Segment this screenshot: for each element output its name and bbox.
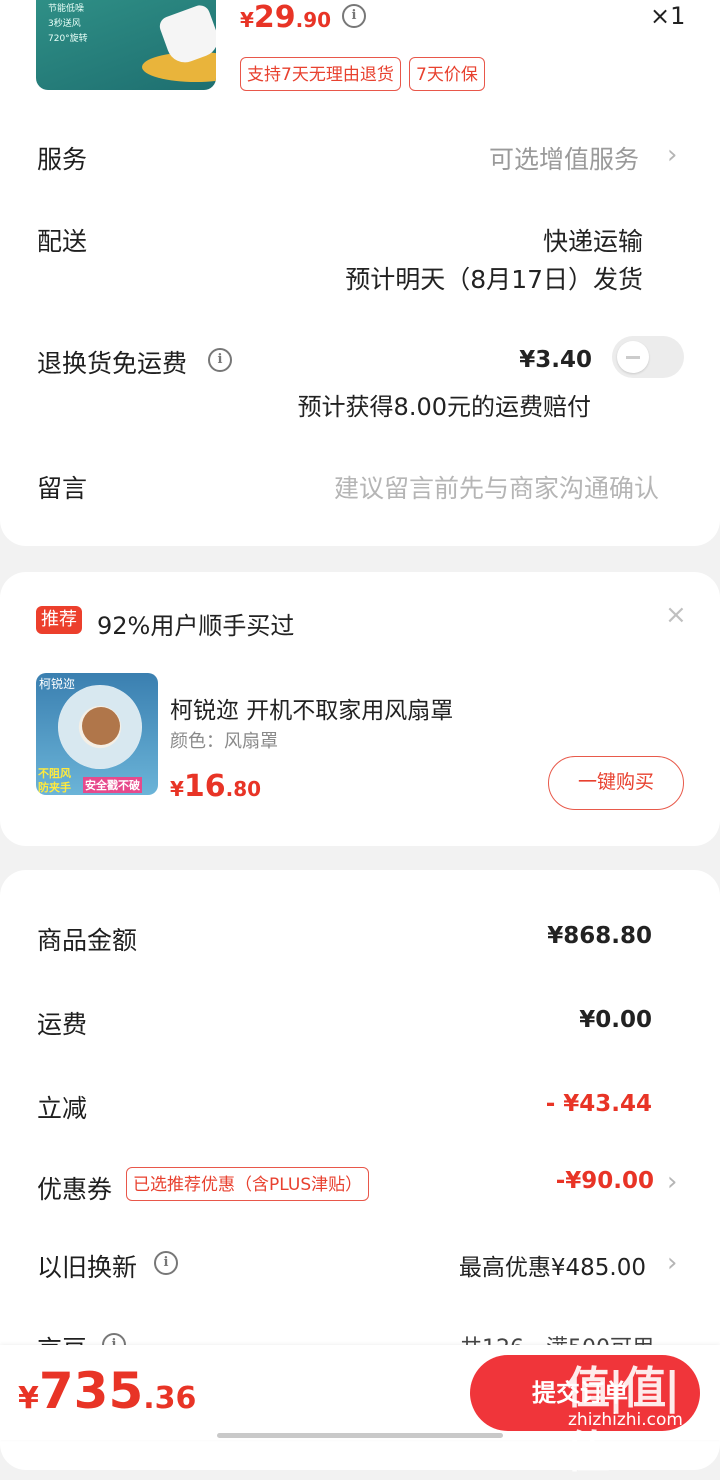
delivery-label: 配送 <box>37 227 88 256</box>
discount-label: 立减 <box>37 1094 88 1123</box>
return-policy-tag: 支持7天无理由退货 <box>240 57 401 91</box>
home-indicator <box>217 1433 503 1438</box>
price-integer: 29 <box>253 0 296 35</box>
recommend-title: 92%用户顺手买过 <box>97 612 295 640</box>
price-symbol: ¥ <box>170 777 184 801</box>
recommend-badge: 推荐 <box>36 606 82 634</box>
quantity: ×1 <box>650 2 686 30</box>
image-label: 防夹手 <box>38 781 71 794</box>
message-input[interactable]: 建议留言前先与商家沟通确认 <box>334 469 659 505</box>
shipping-fee-label: 运费 <box>37 1010 88 1039</box>
chevron-right-icon[interactable]: › <box>667 140 677 170</box>
price-decimal: .36 <box>143 1381 197 1416</box>
chevron-right-icon[interactable]: › <box>667 1248 677 1278</box>
discount-value: - ¥43.44 <box>545 1091 652 1117</box>
buy-now-button[interactable]: 一键购买 <box>548 756 684 810</box>
coupon-value[interactable]: -¥90.00 <box>556 1168 654 1194</box>
chevron-right-icon[interactable]: › <box>667 1167 677 1197</box>
delivery-method[interactable]: 快递运输 <box>543 222 643 258</box>
return-shipping-note: 预计获得8.00元的运费赔付 <box>297 393 591 421</box>
recommend-name[interactable]: 柯锐迩 开机不取家用风扇罩 <box>170 691 453 725</box>
minus-icon <box>626 356 640 359</box>
trade-in-value[interactable]: 最高优惠¥485.00 <box>459 1248 646 1282</box>
return-shipping-price: ¥3.40 <box>519 347 592 373</box>
shipping-fee-value: ¥0.00 <box>579 1007 652 1033</box>
delivery-eta: 预计明天（8月17日）发货 <box>345 265 643 294</box>
close-icon[interactable]: × <box>665 600 687 630</box>
price-integer: 16 <box>183 769 226 804</box>
return-shipping-info-icon[interactable]: i <box>208 348 232 372</box>
trade-in-info-icon[interactable]: i <box>154 1251 178 1275</box>
product-price: ¥29.90 <box>240 0 331 40</box>
price-symbol: ¥ <box>18 1381 39 1416</box>
goods-amount-value: ¥868.80 <box>547 923 652 949</box>
brand-logo: 柯锐迩 <box>39 677 76 691</box>
recommend-price: ¥16.80 <box>170 769 261 804</box>
return-shipping-label: 退换货免运费 <box>37 349 188 378</box>
service-label: 服务 <box>37 145 88 174</box>
price-decimal: .80 <box>225 777 262 801</box>
price-integer: 735 <box>38 1362 144 1420</box>
thumb-feature: 3秒送风 <box>48 19 81 29</box>
price-protect-tag: 7天价保 <box>409 57 485 91</box>
thumb-feature: 节能低噪 <box>48 4 85 14</box>
thumb-feature-list: 节能低噪 3秒送风 720°旋转 <box>48 2 88 47</box>
toggle-knob <box>617 341 649 373</box>
total-price: ¥735.36 <box>18 1362 196 1420</box>
goods-amount-label: 商品金额 <box>37 926 138 955</box>
recommend-image[interactable]: 柯锐迩 不阻风 防夹手 安全戳不破 <box>36 673 158 795</box>
trade-in-label: 以旧换新 <box>37 1253 138 1282</box>
coupon-label: 优惠券 <box>37 1175 113 1204</box>
coupon-tag[interactable]: 已选推荐优惠（含PLUS津贴） <box>126 1167 370 1201</box>
image-label: 安全戳不破 <box>83 777 142 793</box>
watermark-url: zhizhizhi.com <box>568 1410 683 1430</box>
return-shipping-toggle[interactable] <box>612 336 684 378</box>
recommend-variant: 颜色：风扇罩 <box>170 731 278 752</box>
price-info-icon[interactable]: i <box>342 4 366 28</box>
product-thumbnail[interactable]: 节能低噪 3秒送风 720°旋转 <box>36 0 216 90</box>
service-value[interactable]: 可选增值服务 <box>489 140 639 176</box>
thumb-feature: 720°旋转 <box>48 34 88 44</box>
price-decimal: .90 <box>295 8 332 32</box>
message-label: 留言 <box>37 474 88 503</box>
reindeer-image <box>82 707 120 745</box>
price-symbol: ¥ <box>240 8 254 32</box>
